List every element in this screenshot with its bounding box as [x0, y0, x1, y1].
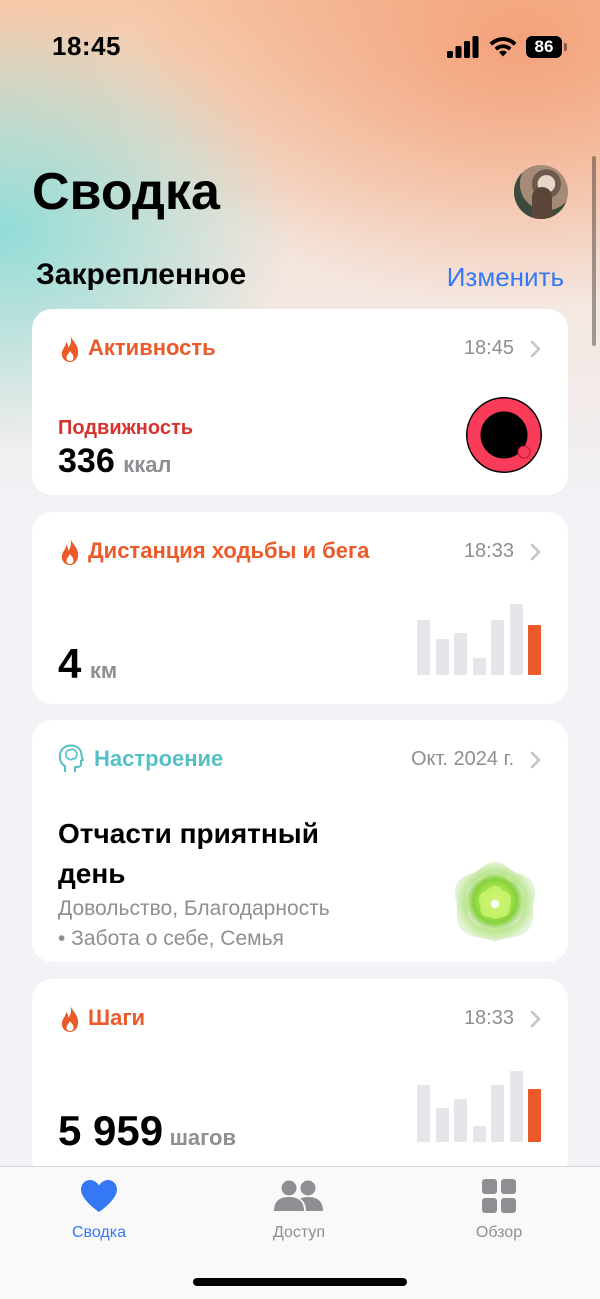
chart-bar [454, 1099, 467, 1142]
chart-bar [417, 1085, 430, 1142]
card-time: 18:33 [463, 540, 514, 562]
distance-mini-chart [417, 604, 542, 675]
chart-bar [472, 1126, 486, 1142]
mood-headline-line1: Отчасти приятный [58, 818, 319, 849]
chart-bar [509, 1071, 523, 1142]
distance-value: 4 [58, 640, 82, 687]
steps-unit: шагов [169, 1125, 236, 1150]
grid-icon [482, 1179, 516, 1213]
mind-head-icon [58, 744, 84, 772]
chart-bar [491, 1085, 504, 1142]
chevron-right-icon [530, 543, 541, 561]
flame-icon [61, 1004, 79, 1032]
chart-bar [528, 1089, 541, 1142]
chart-bar [454, 633, 467, 675]
chart-bar [435, 639, 449, 675]
mood-headline: Отчасти приятный день [58, 814, 319, 894]
card-title: Настроение [94, 746, 224, 771]
card-time: Окт. 2024 г. [410, 748, 514, 770]
steps-value-row: 5 959 шагов [58, 1107, 236, 1155]
distance-unit: км [89, 658, 118, 683]
card-header: Шаги 18:33 [58, 1003, 542, 1033]
activity-value: 336 [58, 442, 115, 480]
card-title: Активность [88, 335, 216, 360]
card-title: Шаги [88, 1005, 146, 1030]
chart-bar [491, 620, 504, 675]
chart-bar [435, 1108, 449, 1142]
metric-label: Подвижность [58, 417, 194, 439]
chevron-right-icon [530, 751, 541, 769]
flame-icon [61, 537, 79, 565]
avatar[interactable] [514, 165, 568, 219]
activity-unit: ккал [123, 452, 172, 477]
page-title: Сводка [32, 163, 220, 221]
card-header: Дистанция ходьбы и бега 18:33 [58, 536, 542, 566]
status-bar: 18:45 86 [0, 0, 600, 90]
mood-tags-line1: Довольство, Благодарность [58, 897, 330, 920]
card-header: Настроение Окт. 2024 г. [58, 744, 542, 774]
chart-bar [509, 604, 523, 675]
people-icon [274, 1180, 323, 1211]
flame-icon [61, 334, 79, 362]
mood-card[interactable]: Настроение Окт. 2024 г. Отчасти приятный… [32, 720, 568, 962]
tab-label: Доступ [272, 1224, 326, 1241]
distance-card[interactable]: Дистанция ходьбы и бега 18:33 4 км [32, 512, 568, 704]
distance-value-row: 4 км [58, 640, 117, 688]
chart-bar [472, 658, 486, 675]
activity-ring-icon [466, 397, 542, 473]
activity-card[interactable]: Активность 18:45 Подвижность 336 ккал [32, 309, 568, 495]
tab-label: Сводка [71, 1224, 126, 1241]
tab-label: Обзор [475, 1224, 523, 1241]
home-indicator[interactable] [193, 1278, 407, 1286]
chevron-right-icon [530, 1010, 541, 1028]
mood-tags-line2: • Забота о себе, Семья [58, 927, 284, 950]
heart-icon [81, 1180, 117, 1212]
tab-sharing[interactable]: Доступ [219, 1179, 379, 1242]
card-title: Дистанция ходьбы и бега [88, 538, 370, 563]
mood-flower-icon [454, 862, 536, 942]
steps-value: 5 959 [58, 1107, 164, 1154]
activity-value-row: 336 ккал [58, 442, 171, 481]
scroll-indicator[interactable] [592, 156, 596, 346]
mood-tags: Довольство, Благодарность • Забота о себ… [58, 894, 330, 954]
cellular-signal-icon [447, 36, 479, 58]
battery-tip [564, 43, 567, 51]
wifi-icon [489, 37, 517, 57]
chart-bar [417, 620, 430, 675]
card-time: 18:45 [463, 337, 514, 359]
steps-card[interactable]: Шаги 18:33 5 959 шагов [32, 979, 568, 1179]
card-time: 18:33 [463, 1007, 514, 1029]
battery-icon: 86 [526, 36, 570, 58]
mood-headline-line2: день [58, 858, 126, 889]
tab-summary[interactable]: Сводка [19, 1179, 179, 1242]
chart-bar [528, 625, 541, 675]
card-header: Активность 18:45 [58, 333, 542, 363]
status-time: 18:45 [52, 31, 121, 61]
steps-mini-chart [417, 1071, 542, 1142]
section-title: Закрепленное [36, 258, 247, 291]
edit-button[interactable]: Изменить [447, 262, 564, 293]
battery-level: 86 [526, 36, 562, 58]
chevron-right-icon [530, 340, 541, 358]
tab-browse[interactable]: Обзор [419, 1179, 579, 1242]
